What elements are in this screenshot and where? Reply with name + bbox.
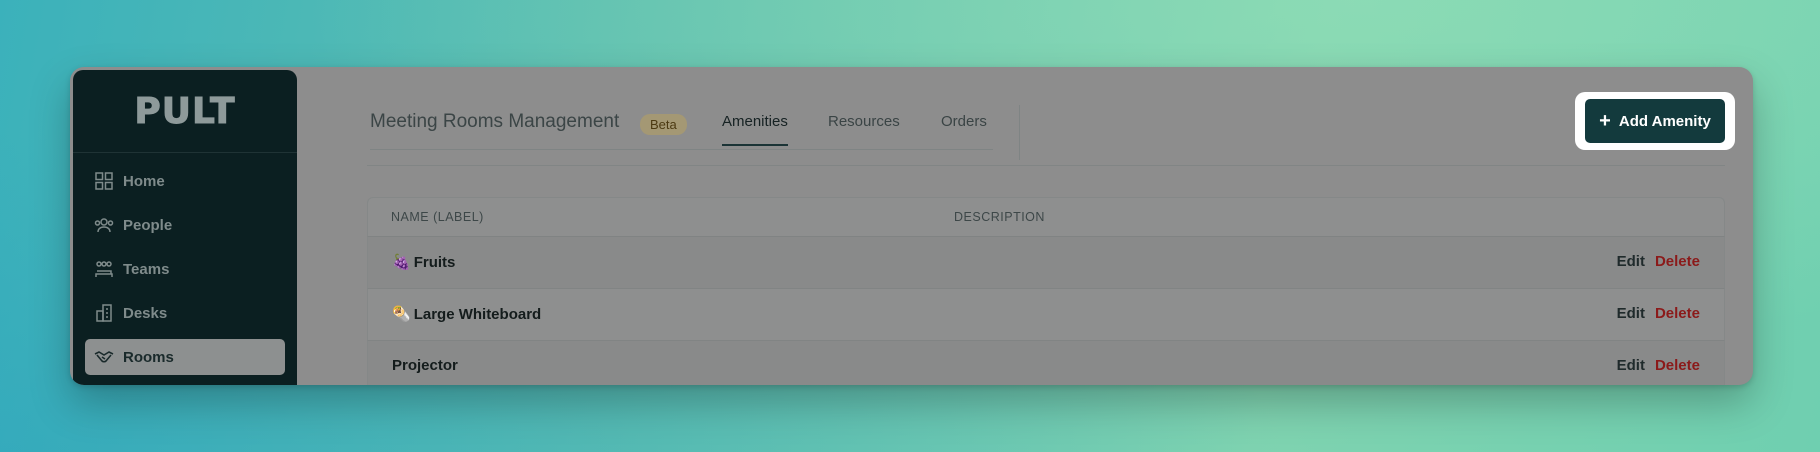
row-actions: Edit Delete (1617, 253, 1700, 270)
amenity-name: Projector (392, 357, 458, 374)
column-header-description[interactable]: DESCRIPTION (954, 210, 1045, 224)
sidebar-nav: Home People Teams Desks Rooms (73, 153, 297, 375)
amenity-name: Fruits (413, 253, 456, 271)
delete-button[interactable]: Delete (1655, 305, 1700, 322)
amenity-name: Large Whiteboard (413, 305, 542, 323)
add-button-highlight: + Add Amenity (1575, 92, 1735, 150)
row-actions: Edit Delete (1617, 357, 1700, 374)
column-header-name[interactable]: NAME (LABEL) (391, 210, 484, 224)
edit-button[interactable]: Edit (1617, 305, 1645, 322)
row-actions: Edit Delete (1617, 305, 1700, 322)
logo[interactable]: PULT (73, 70, 297, 153)
amenity-name-cell: 🌯 Large Whiteboard (392, 305, 542, 324)
tab-bar: Meeting Rooms Management Beta Amenities … (370, 95, 993, 150)
delete-button[interactable]: Delete (1655, 357, 1700, 374)
tab-resources[interactable]: Resources (828, 113, 900, 144)
tab-divider (1019, 105, 1020, 160)
sidebar-item-people[interactable]: People (85, 207, 285, 243)
sidebar-item-label: Teams (123, 260, 170, 278)
sidebar-item-teams[interactable]: Teams (85, 251, 285, 287)
amenities-table: NAME (LABEL) DESCRIPTION 🍇 Fruits Edit D… (367, 197, 1725, 385)
sidebar-item-label: Desks (123, 304, 168, 322)
header-divider (367, 165, 1725, 166)
add-amenity-button[interactable]: + Add Amenity (1585, 99, 1725, 143)
burrito-icon: 🌯 (392, 306, 411, 323)
table-header: NAME (LABEL) DESCRIPTION (367, 197, 1725, 237)
page-header: Meeting Rooms Management Beta Amenities … (370, 95, 1753, 160)
handshake-icon (94, 347, 114, 367)
table-row: 🌯 Large Whiteboard Edit Delete (367, 289, 1725, 341)
app-window: PULT Home People Teams Desks Rooms Meeti… (70, 67, 1753, 385)
tab-amenities[interactable]: Amenities (722, 113, 788, 146)
sidebar-item-label: People (123, 216, 173, 234)
sidebar-item-label: Home (123, 172, 165, 190)
add-amenity-label: Add Amenity (1618, 112, 1711, 130)
sidebar-item-rooms[interactable]: Rooms (85, 339, 285, 375)
page-title: Meeting Rooms Management (370, 111, 620, 132)
tab-orders[interactable]: Orders (941, 113, 987, 144)
amenity-name-cell: 🍇 Fruits (392, 253, 456, 272)
amenity-name-cell: Projector (392, 357, 458, 374)
desks-icon (94, 303, 114, 323)
edit-button[interactable]: Edit (1617, 357, 1645, 374)
delete-button[interactable]: Delete (1655, 253, 1700, 270)
grapes-icon: 🍇 (392, 254, 411, 271)
sidebar: PULT Home People Teams Desks Rooms (73, 70, 297, 385)
plus-icon: + (1599, 110, 1611, 132)
sidebar-item-desks[interactable]: Desks (85, 295, 285, 331)
table-row: Projector Edit Delete (367, 341, 1725, 385)
table-body: 🍇 Fruits Edit Delete 🌯 Large Whiteboard … (367, 237, 1725, 385)
teams-icon (94, 259, 114, 279)
people-icon (94, 215, 114, 235)
grid-icon (94, 171, 114, 191)
sidebar-item-label: Rooms (123, 348, 174, 366)
beta-badge: Beta (640, 114, 687, 135)
table-row: 🍇 Fruits Edit Delete (367, 237, 1725, 289)
main-content: Meeting Rooms Management Beta Amenities … (297, 67, 1753, 385)
logo-text: PULT (134, 90, 236, 132)
sidebar-item-home[interactable]: Home (85, 163, 285, 199)
edit-button[interactable]: Edit (1617, 253, 1645, 270)
